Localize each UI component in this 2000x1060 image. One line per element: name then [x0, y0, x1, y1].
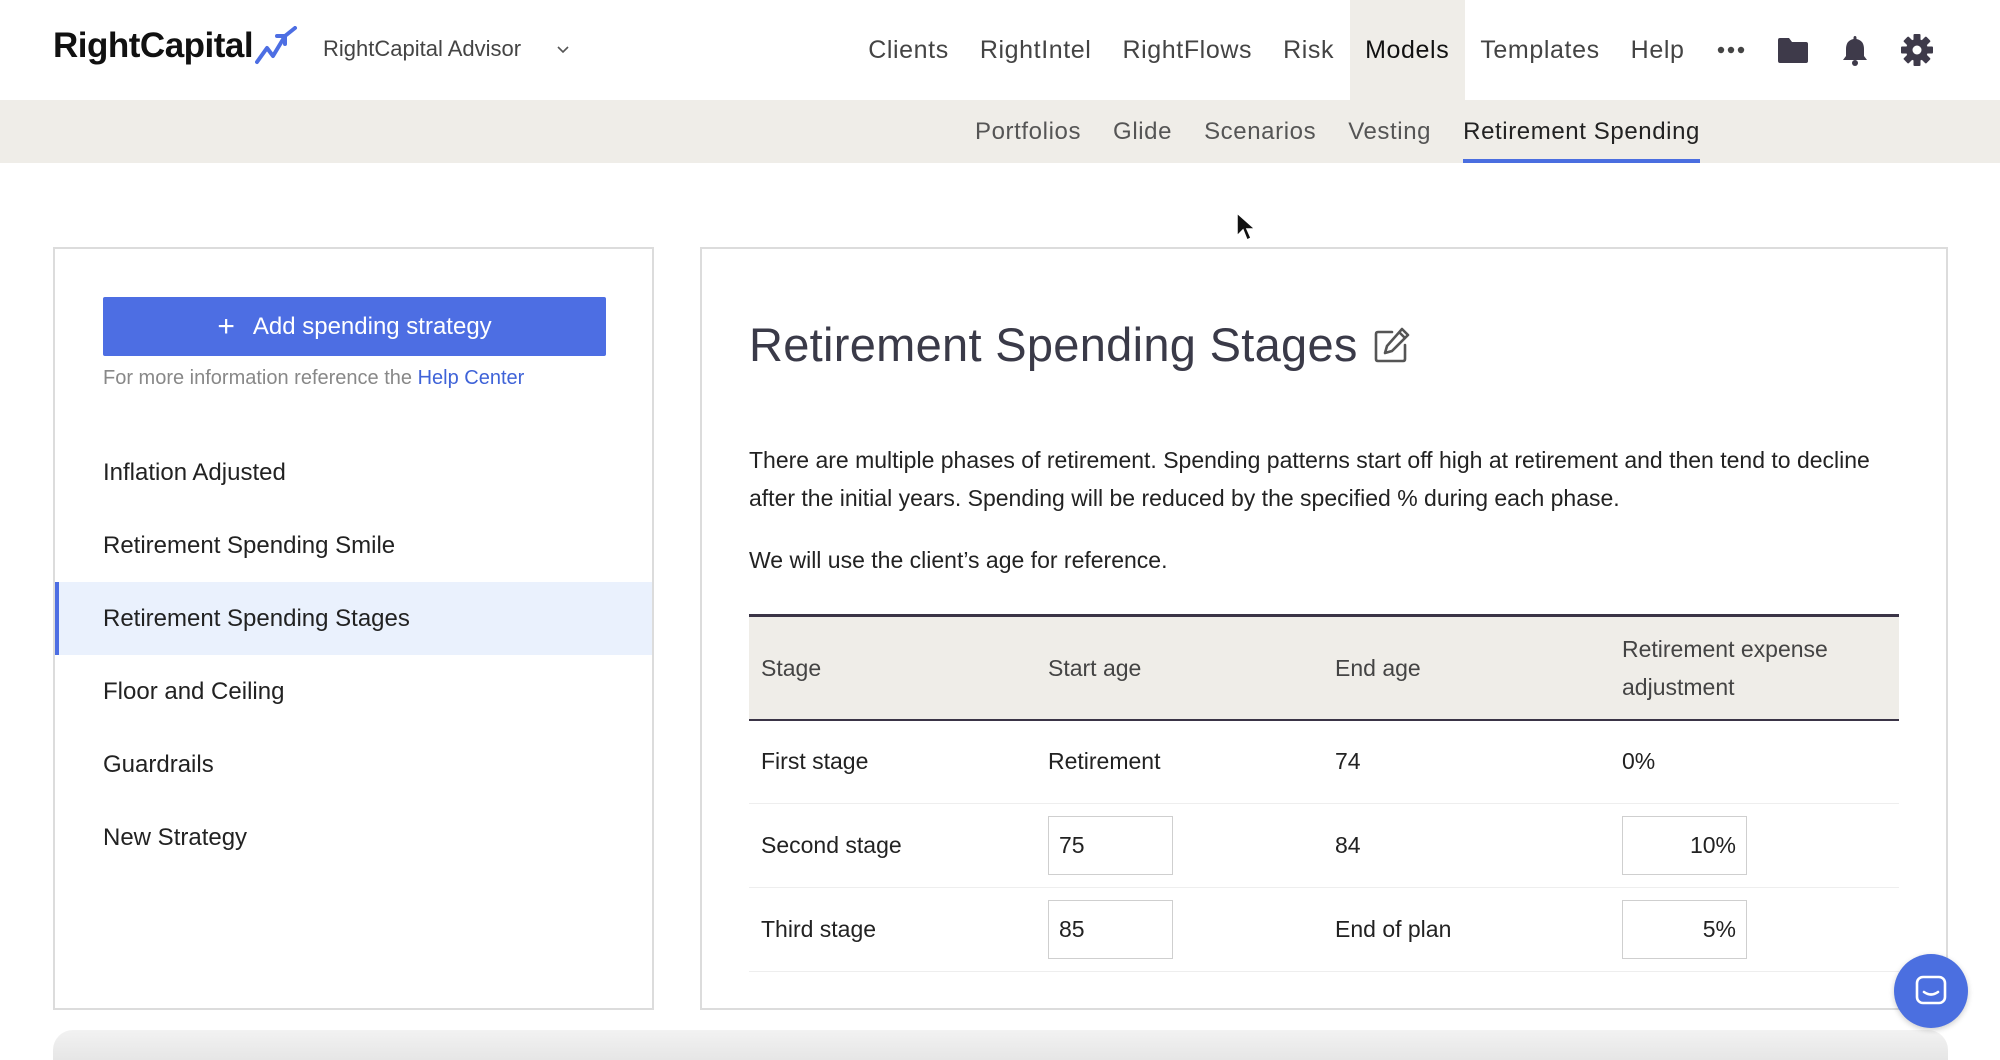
mouse-cursor-icon: [1236, 212, 1256, 242]
top-bar: RightCapital RightCapital Advisor Client…: [0, 0, 2000, 100]
stage-name: First stage: [749, 719, 1036, 804]
start-age-input[interactable]: 75: [1048, 816, 1173, 875]
end-age: 84: [1323, 803, 1610, 888]
nav-label: RightFlows: [1122, 35, 1253, 64]
nav-label: Help: [1630, 35, 1685, 64]
subnav-label: Vesting: [1348, 117, 1432, 145]
end-age: End of plan: [1323, 887, 1610, 972]
strategy-item-new-strategy[interactable]: New Strategy: [55, 801, 652, 874]
advisor-label: RightCapital Advisor: [323, 36, 522, 61]
stage-name: Third stage: [749, 887, 1036, 972]
stage-name: Second stage: [749, 803, 1036, 888]
description-text: There are multiple phases of retirement.…: [749, 447, 1870, 511]
edit-icon[interactable]: [1372, 325, 1412, 365]
add-spending-strategy-button[interactable]: + Add spending strategy: [103, 297, 606, 356]
subnav-label: Scenarios: [1204, 117, 1317, 145]
table-row: Third stage 85 End of plan 5%: [749, 887, 1899, 972]
nav-help[interactable]: Help: [1615, 0, 1700, 100]
subnav-vesting[interactable]: Vesting: [1348, 100, 1431, 163]
strategy-item-inflation-adjusted[interactable]: Inflation Adjusted: [55, 436, 652, 509]
logo-text: RightCapital: [53, 26, 254, 65]
chat-icon: [1915, 975, 1947, 1005]
subnav-label: Glide: [1113, 117, 1173, 145]
strategy-label: Inflation Adjusted: [103, 458, 286, 486]
nav-label: Risk: [1283, 35, 1335, 64]
adjustment: 0%: [1610, 719, 1899, 804]
strategy-label: New Strategy: [103, 823, 248, 851]
strategy-label: Retirement Spending Smile: [103, 531, 396, 559]
nav-label: Clients: [868, 35, 949, 64]
table-row: Second stage 75 84 10%: [749, 803, 1899, 888]
column-header-start-age: Start age: [1048, 654, 1142, 681]
strategy-item-floor-and-ceiling[interactable]: Floor and Ceiling: [55, 655, 652, 728]
stages-table: Stage Start age End age Retirement expen…: [749, 614, 1899, 972]
nav-label: Templates: [1480, 35, 1600, 64]
subnav-label: Retirement Spending: [1463, 117, 1701, 145]
strategy-list: Inflation Adjusted Retirement Spending S…: [55, 436, 652, 874]
bottom-edge: [53, 1030, 1948, 1060]
start-age-cell: 85: [1036, 887, 1323, 972]
strategy-item-guardrails[interactable]: Guardrails: [55, 728, 652, 801]
plus-icon: +: [217, 309, 235, 343]
chevron-down-icon: [557, 46, 569, 54]
start-age: Retirement: [1036, 719, 1323, 804]
strategy-detail-panel: Retirement Spending Stages There are mul…: [700, 247, 1948, 1010]
subnav-scenarios[interactable]: Scenarios: [1204, 100, 1316, 163]
end-age: 74: [1323, 719, 1610, 804]
subnav-retirement-spending[interactable]: Retirement Spending: [1463, 100, 1700, 163]
column-header-stage: Stage: [761, 654, 822, 681]
adjustment-header-text: Retirement expense adjustment: [1622, 635, 1828, 700]
help-text: For more information reference the Help …: [103, 367, 524, 390]
nav-rightflows[interactable]: RightFlows: [1107, 0, 1268, 100]
subnav-glide[interactable]: Glide: [1113, 100, 1172, 163]
page-title-text: Retirement Spending Stages: [749, 318, 1358, 371]
chat-support-button[interactable]: [1894, 954, 1968, 1028]
gear-icon[interactable]: [1886, 0, 1948, 100]
table-header-row: Stage Start age End age Retirement expen…: [749, 615, 1899, 720]
adjustment-cell: 5%: [1610, 887, 1899, 972]
strategy-label: Floor and Ceiling: [103, 677, 285, 705]
nav-risk[interactable]: Risk: [1268, 0, 1350, 100]
start-age-cell: 75: [1036, 803, 1323, 888]
strategy-label: Guardrails: [103, 750, 214, 778]
adjustment-cell: 10%: [1610, 803, 1899, 888]
subnav-label: Portfolios: [975, 117, 1082, 145]
nav-models[interactable]: Models: [1349, 0, 1465, 100]
help-center-link[interactable]: Help Center: [418, 367, 525, 389]
folder-icon[interactable]: [1762, 0, 1824, 100]
add-button-label: Add spending strategy: [252, 312, 492, 340]
subnav-portfolios[interactable]: Portfolios: [975, 100, 1081, 163]
nav-label: Models: [1365, 35, 1450, 64]
page-title: Retirement Spending Stages: [749, 317, 1412, 372]
sub-nav: Portfolios Glide Scenarios Vesting Retir…: [0, 100, 2000, 163]
main-nav: Clients RightIntel RightFlows Risk Model…: [853, 0, 2000, 100]
adjustment-input[interactable]: 10%: [1622, 816, 1747, 875]
adjustment-input[interactable]: 5%: [1622, 900, 1747, 959]
help-text-prefix: For more information reference the: [103, 367, 418, 389]
column-header-end-age: End age: [1335, 654, 1421, 681]
table-row: First stage Retirement 74 0%: [749, 719, 1899, 804]
column-header-adjustment: Retirement expense adjustment: [1610, 616, 1899, 720]
nav-clients[interactable]: Clients: [853, 0, 965, 100]
nav-label: RightIntel: [979, 35, 1092, 64]
logo[interactable]: RightCapital: [53, 26, 299, 66]
logo-arrow-icon: [255, 26, 298, 64]
start-age-input[interactable]: 85: [1048, 900, 1173, 959]
nav-templates[interactable]: Templates: [1465, 0, 1615, 100]
strategy-label: Retirement Spending Stages: [103, 604, 410, 632]
reference-note: We will use the client’s age for referen…: [749, 547, 1168, 573]
strategy-item-spending-smile[interactable]: Retirement Spending Smile: [55, 509, 652, 582]
more-icon[interactable]: [1700, 0, 1762, 100]
bell-icon[interactable]: [1824, 0, 1886, 100]
advisor-selector[interactable]: RightCapital Advisor: [323, 36, 571, 62]
strategy-sidebar: + Add spending strategy For more informa…: [53, 247, 654, 1010]
nav-rightintel[interactable]: RightIntel: [964, 0, 1107, 100]
strategy-item-spending-stages[interactable]: Retirement Spending Stages: [55, 582, 652, 655]
